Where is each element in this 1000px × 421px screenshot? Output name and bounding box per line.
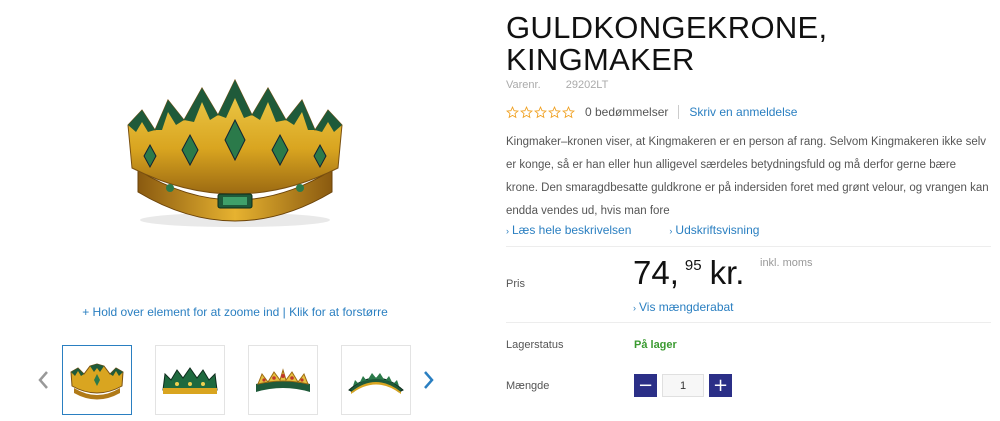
product-description: Kingmaker–kronen viser, at Kingmakeren e… — [506, 136, 989, 217]
zoom-hint[interactable]: + Hold over element for at zoome ind | K… — [0, 305, 470, 319]
star-outline-icon[interactable] — [520, 105, 533, 119]
carousel-next-arrow-icon[interactable] — [418, 368, 438, 392]
quantity-discount-label: Vis mængderabat — [639, 300, 734, 314]
rating-row: 0 bedømmelser Skriv en anmeldelse — [506, 105, 797, 119]
star-outline-icon[interactable] — [506, 105, 519, 119]
carousel-prev-arrow-icon[interactable] — [34, 368, 54, 392]
quantity-input[interactable] — [662, 374, 704, 397]
print-view-link[interactable]: › Udskriftsvisning — [669, 223, 759, 237]
tax-note: inkl. moms — [760, 257, 813, 269]
star-outline-icon[interactable] — [562, 105, 575, 119]
chevron-right-icon: › — [633, 303, 636, 313]
crown-thumbnail-icon — [70, 363, 124, 400]
divider — [506, 246, 991, 247]
crown-thumbnail-icon — [348, 373, 404, 394]
quantity-decrease-button[interactable]: − — [634, 374, 657, 397]
crown-thumbnail-icon — [256, 368, 310, 392]
quantity-discount-link[interactable]: › Vis mængderabat — [633, 300, 734, 314]
read-more-label: Læs hele beskrivelsen — [512, 223, 632, 237]
quantity-increase-button[interactable]: + — [709, 374, 732, 397]
stock-status: På lager — [634, 339, 677, 351]
thumbnail-crown-gold-front[interactable] — [62, 345, 132, 415]
rating-count: 0 bedømmelser — [585, 105, 669, 119]
thumbnail-crown-gold-flat[interactable] — [248, 345, 318, 415]
star-outline-icon[interactable] — [548, 105, 561, 119]
read-more-link[interactable]: › Læs hele beskrivelsen — [506, 223, 631, 237]
price-label: Pris — [506, 278, 525, 290]
crown-thumbnail-icon — [162, 367, 218, 394]
price-currency: kr. — [709, 254, 745, 291]
star-rating[interactable] — [506, 105, 575, 119]
thumbnail-crown-green-flat[interactable] — [155, 345, 225, 415]
main-product-image[interactable] — [110, 70, 360, 230]
quantity-label: Mængde — [506, 380, 550, 392]
chevron-right-icon: › — [506, 226, 509, 236]
thumbnail-crown-green-arc[interactable] — [341, 345, 411, 415]
divider — [506, 322, 991, 323]
product-title: GULDKONGEKRONE, KINGMAKER — [506, 10, 828, 77]
sku: Varenr. 29202LT — [506, 79, 608, 91]
print-view-label: Udskriftsvisning — [675, 223, 760, 237]
write-review-link[interactable]: Skriv en anmeldelse — [689, 105, 797, 119]
description-links: › Læs hele beskrivelsen › Udskriftsvisning — [506, 223, 759, 237]
price-main: 74, — [633, 254, 679, 291]
price-display: 74, 95 kr. — [633, 254, 744, 292]
sku-label: Varenr. — [506, 79, 541, 91]
crown-image — [127, 78, 343, 227]
rating-divider — [678, 105, 680, 119]
price-decimals: 95 — [684, 257, 702, 274]
star-outline-icon[interactable] — [534, 105, 547, 119]
stock-label: Lagerstatus — [506, 339, 564, 351]
chevron-right-icon: › — [669, 226, 673, 236]
sku-value: 29202LT — [565, 79, 609, 91]
